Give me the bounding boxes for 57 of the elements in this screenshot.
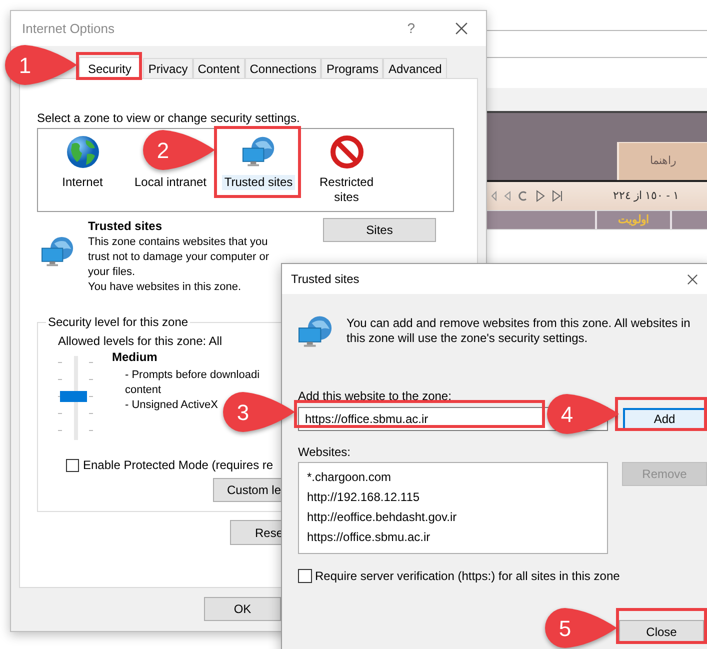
checkbox[interactable] bbox=[66, 458, 79, 472]
refresh-icon bbox=[517, 189, 529, 203]
computer-globe-icon bbox=[298, 315, 334, 349]
step-marker: 4 bbox=[546, 393, 620, 435]
close-icon[interactable] bbox=[687, 274, 698, 284]
step-marker: 5 bbox=[544, 607, 618, 649]
list-item[interactable]: *.chargoon.com bbox=[307, 467, 607, 487]
window-title: Internet Options bbox=[22, 20, 114, 38]
zone-description: This zone contains websites that you trust not to damage your computer or your files. bbox=[88, 235, 270, 280]
zone-label[interactable]: Local intranet bbox=[132, 175, 209, 190]
window-title: Trusted sites bbox=[291, 271, 360, 288]
help-button[interactable]: ? bbox=[407, 18, 415, 39]
level-description: content bbox=[125, 383, 162, 398]
sites-button[interactable]: Sites bbox=[323, 218, 436, 242]
previous-arrow-icon bbox=[491, 189, 497, 203]
field-label: Add this website to the zone: bbox=[298, 389, 452, 403]
no-entry-icon bbox=[330, 135, 364, 169]
ok-button[interactable]: OK bbox=[204, 597, 281, 621]
previous-arrow-icon bbox=[503, 189, 511, 203]
tab[interactable]: Content bbox=[192, 58, 245, 78]
checkbox-label: Require server verification (https:) for all sites in this zone bbox=[315, 568, 620, 585]
level-name: Medium bbox=[112, 350, 158, 365]
next-arrow-icon bbox=[535, 189, 545, 203]
zone-label[interactable]: Internet bbox=[60, 175, 105, 190]
checkbox[interactable] bbox=[298, 569, 312, 583]
instruction-text: Select a zone to view or change security settings. bbox=[37, 111, 301, 125]
group-title: Security level for this zone bbox=[46, 315, 190, 329]
step-marker: 1 bbox=[4, 44, 78, 86]
zone-label[interactable]: Restricted sites bbox=[308, 175, 386, 205]
zone-label[interactable]: Trusted sites bbox=[222, 175, 295, 190]
info-text: You can add and remove websites from this zone. All websites in this zone will use the zone's security settings. bbox=[346, 316, 692, 346]
slider-thumb[interactable] bbox=[60, 391, 87, 402]
close-icon[interactable] bbox=[455, 22, 468, 35]
step-marker: 3 bbox=[222, 391, 296, 433]
level-description: - Unsigned ActiveX bbox=[125, 398, 218, 413]
list-item[interactable]: http://eoffice.behdasht.gov.ir bbox=[307, 507, 607, 527]
step-marker: 2 bbox=[142, 129, 216, 171]
security-slider[interactable] bbox=[58, 356, 96, 440]
zone-note: You have websites in this zone. bbox=[88, 280, 242, 295]
globe-icon bbox=[66, 135, 100, 169]
zone-title: Trusted sites bbox=[88, 218, 164, 234]
computer-globe-icon bbox=[41, 236, 75, 268]
checkbox-label: Enable Protected Mode (requires re bbox=[83, 457, 274, 474]
allowed-levels-text: Allowed levels for this zone: All bbox=[58, 334, 222, 348]
list-item[interactable]: http://192.168.12.115 bbox=[307, 487, 607, 507]
highlight-frame bbox=[76, 52, 142, 80]
tab[interactable]: Advanced bbox=[383, 58, 447, 78]
tab[interactable]: Programs bbox=[321, 58, 384, 78]
tab[interactable]: Privacy bbox=[143, 58, 193, 78]
list-label: Websites: bbox=[298, 445, 352, 459]
pager-text: ١ - ١٥٠ از ٢٢٤ bbox=[613, 188, 679, 204]
last-page-icon bbox=[551, 189, 563, 203]
computer-globe-icon bbox=[242, 135, 276, 169]
list-item[interactable]: https://office.sbmu.ac.ir bbox=[307, 527, 607, 547]
page-tab[interactable]: راهنما bbox=[617, 142, 707, 180]
level-description: - Prompts before downloadi bbox=[125, 368, 260, 383]
tab[interactable]: Connections bbox=[244, 58, 322, 78]
